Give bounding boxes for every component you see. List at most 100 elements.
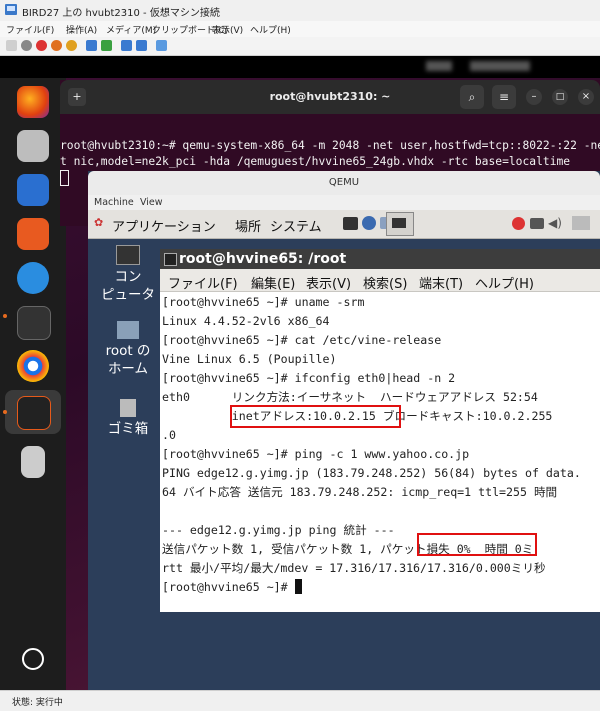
terminal-line: [root@hvvine65 ~]# uname -srm (162, 295, 365, 309)
terminal-line: rtt 最小/平均/最大/mdev = 17.316/17.316/17.316… (162, 561, 546, 575)
panel-system[interactable]: システム (270, 216, 322, 235)
firefox-icon[interactable] (17, 86, 49, 118)
redacted-text (426, 61, 452, 71)
trash-icon[interactable] (21, 446, 45, 478)
hyperv-toolbar (0, 37, 600, 56)
hyperv-title-bar: BIRD27 上の hvubt2310 - 仮想マシン接続 (0, 0, 600, 22)
menu-terminal[interactable]: 端末(T) (419, 273, 463, 292)
search-icon[interactable]: ⌕ (460, 85, 484, 109)
panel-places[interactable]: 場所 (235, 216, 261, 235)
window-thumb-icon (392, 218, 406, 228)
highlight-packet-loss (417, 533, 537, 556)
panel-applications[interactable]: アプリケーション (112, 216, 216, 235)
menu-file[interactable]: ファイル(F) (168, 273, 238, 292)
menu-file[interactable]: ファイル(F) (6, 23, 54, 36)
terminal-line: root@hvubt2310:~# qemu-system-x86_64 -m … (60, 139, 600, 152)
desktop-icon-label: root の (105, 343, 151, 359)
start-icon[interactable] (21, 40, 32, 51)
resume-icon[interactable] (101, 40, 112, 51)
desktop-icon-trash[interactable]: ゴミ箱 (93, 399, 163, 438)
hyperv-menu-bar: ファイル(F) 操作(A) メディア(M) クリップボード(C) 表示(V) ヘ… (0, 21, 600, 37)
terminal-line: t nic,model=ne2k_pci -hda /qemuguest/hvv… (60, 155, 571, 168)
terminal-line: .0 (162, 428, 176, 442)
close-icon[interactable]: × (578, 89, 594, 105)
qemu-icon[interactable] (17, 396, 51, 430)
checkpoint-icon[interactable] (121, 40, 132, 51)
menu-view[interactable]: 表示(V) (306, 273, 351, 292)
host-terminal-title: root@hvubt2310: ~ (269, 90, 391, 103)
hamburger-menu-icon[interactable]: ≡ (492, 85, 516, 109)
desktop-icon-label: ピュータ (101, 287, 155, 303)
desktop-icon-computer[interactable]: コン ピュータ (93, 245, 163, 304)
terminal-line: [root@hvvine65 ~]# ifconfig eth0|head -n… (162, 371, 456, 385)
qemu-menu-bar: Machine View (88, 195, 600, 210)
terminal-cursor (294, 579, 302, 594)
chrome-icon[interactable] (17, 350, 49, 382)
highlight-inet-address (230, 405, 401, 428)
desktop-icon-label: ゴミ箱 (107, 421, 149, 437)
running-indicator (3, 314, 7, 318)
vine-terminal-menu: ファイル(F) 編集(E) 表示(V) 検索(S) 端末(T) ヘルプ(H) (160, 269, 600, 292)
help-icon[interactable] (17, 262, 49, 294)
ubuntu-desktop: + root@hvubt2310: ~ ⌕ ≡ – □ × root@hvubt… (0, 56, 600, 690)
keyboard-icon[interactable] (530, 218, 544, 229)
writer-icon[interactable] (17, 174, 49, 206)
enhanced-session-icon[interactable] (156, 40, 167, 51)
vine-terminal-title: root@hvvine65: /root (179, 251, 347, 267)
trash-icon (120, 399, 136, 417)
home-folder-icon (117, 321, 139, 339)
minimize-icon[interactable]: – (526, 89, 542, 105)
menu-machine[interactable]: Machine (94, 197, 134, 208)
terminal-line: [root@hvvine65 ~]# ping -c 1 www.yahoo.c… (162, 447, 470, 461)
ubuntu-dock (0, 78, 66, 690)
terminal-line: Linux 4.4.52-2vl6 x86_64 (162, 314, 330, 328)
running-indicator (3, 410, 7, 414)
foot-icon[interactable]: ✿ (94, 216, 103, 229)
vine-terminal-titlebar: root@hvvine65: /root (160, 249, 600, 269)
volume-icon[interactable]: ◀) (548, 216, 562, 230)
terminal-cursor (60, 170, 69, 186)
terminal-line: PING edge12.g.yimg.jp (183.79.248.252) 5… (162, 466, 581, 480)
terminal-icon[interactable] (17, 306, 51, 340)
menu-view[interactable]: View (140, 197, 163, 208)
terminal-line: [root@hvvine65 ~]# (162, 580, 295, 594)
qemu-title: QEMU (88, 171, 600, 195)
hyperv-status-bar: 状態: 実行中 (0, 690, 600, 711)
vm-status: 状態: 実行中 (12, 698, 63, 708)
menu-action[interactable]: 操作(A) (66, 23, 97, 36)
ctrl-alt-del-icon[interactable] (6, 40, 17, 51)
terminal-line: [root@hvvine65 ~]# cat /etc/vine-release (162, 333, 442, 347)
save-icon[interactable] (66, 40, 77, 51)
redacted-text (470, 61, 530, 71)
menu-media[interactable]: メディア(M) (106, 23, 156, 36)
menu-help[interactable]: ヘルプ(H) (250, 23, 291, 36)
desktop-icon-home[interactable]: root の ホーム (93, 321, 163, 378)
pause-icon[interactable] (86, 40, 97, 51)
notification-icon[interactable] (512, 217, 525, 230)
desktop-icon-label: ホーム (107, 361, 149, 377)
menu-view[interactable]: 表示(V) (212, 23, 243, 36)
terminal-line: Vine Linux 6.5 (Poupille) (162, 352, 337, 366)
terminal-icon (164, 253, 177, 266)
hyperv-window-title: BIRD27 上の hvubt2310 - 仮想マシン接続 (22, 8, 220, 19)
files-icon[interactable] (17, 130, 49, 162)
vine-top-panel: ✿ アプリケーション 場所 システム ◀) (88, 210, 600, 239)
browser-launcher-icon[interactable] (362, 216, 376, 230)
shutdown-icon[interactable] (51, 40, 62, 51)
app-center-icon[interactable] (17, 218, 49, 250)
terminal-line: 64 バイト応答 送信元 183.79.248.252: icmp_req=1 … (162, 485, 558, 499)
show-apps-icon[interactable] (22, 648, 44, 670)
vm-connect-icon (5, 4, 17, 15)
revert-icon[interactable] (136, 40, 147, 51)
maximize-icon[interactable]: □ (552, 89, 568, 105)
gnome-top-bar (0, 56, 600, 78)
turn-off-icon[interactable] (36, 40, 47, 51)
network-icon[interactable] (572, 216, 590, 230)
menu-search[interactable]: 検索(S) (363, 273, 407, 292)
menu-edit[interactable]: 編集(E) (251, 273, 295, 292)
host-terminal-header: + root@hvubt2310: ~ ⌕ ≡ – □ × (60, 80, 600, 114)
desktop-icon-label: コン (114, 269, 142, 285)
menu-help[interactable]: ヘルプ(H) (475, 273, 534, 292)
terminal-launcher-icon[interactable] (343, 217, 358, 230)
